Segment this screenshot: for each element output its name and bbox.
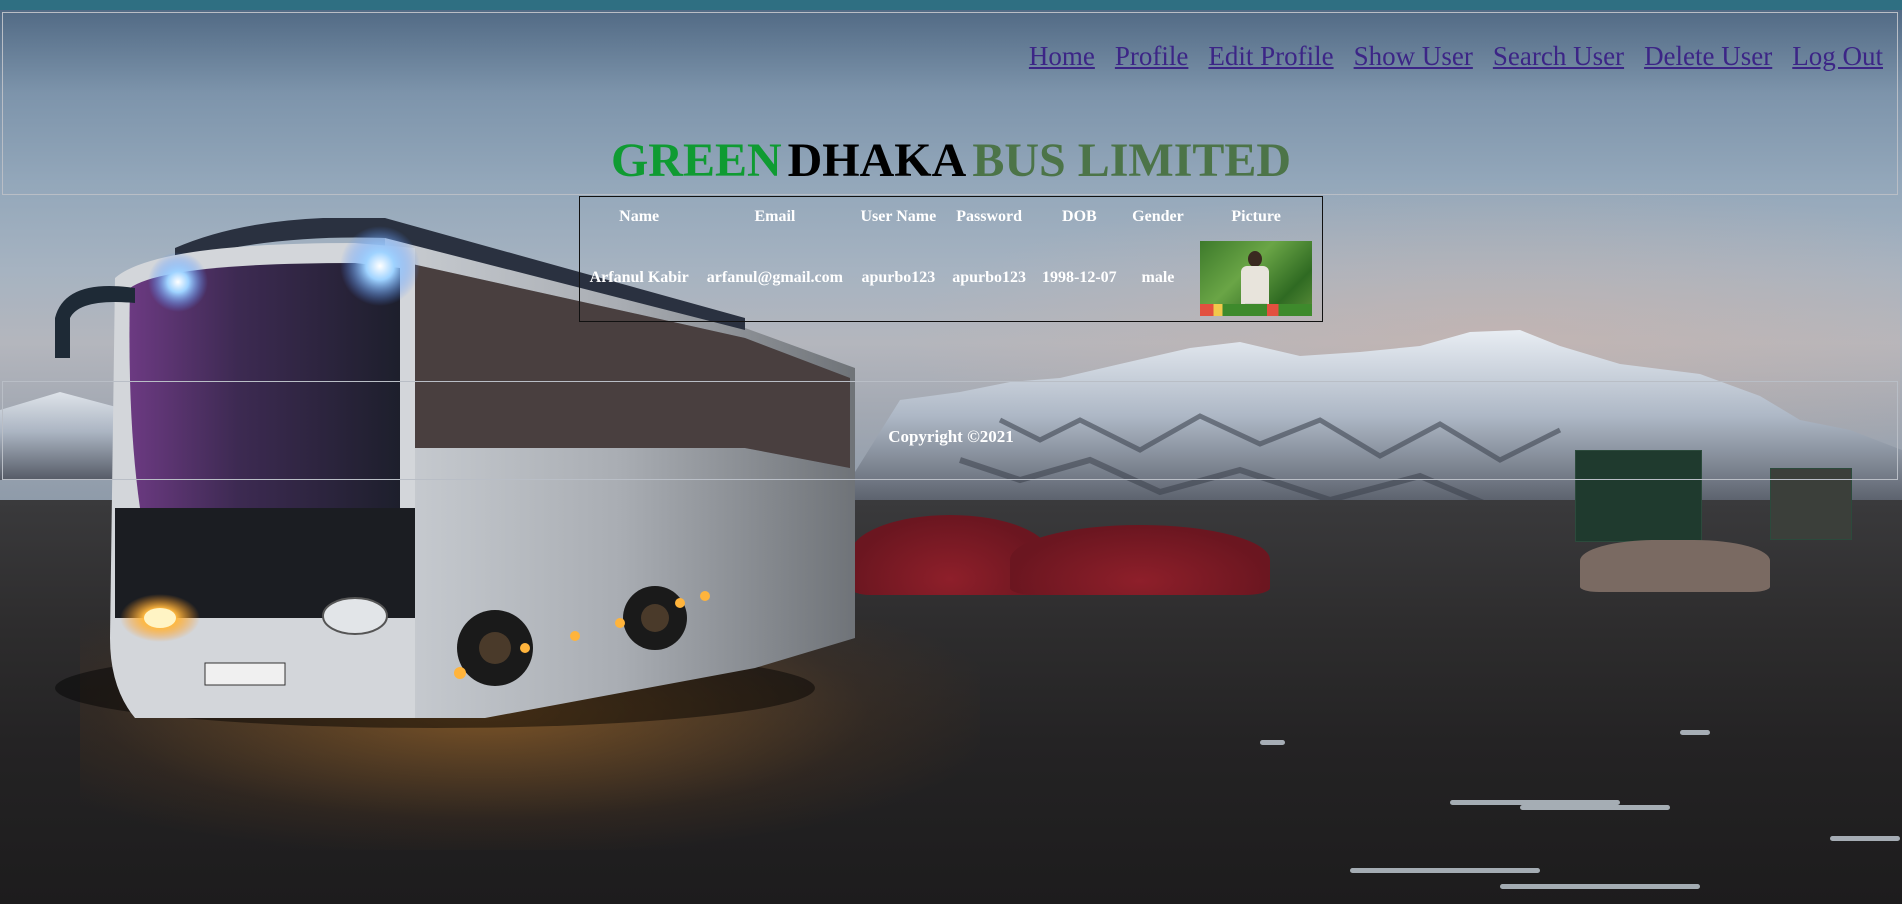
cell-dob: 1998-12-07: [1042, 269, 1117, 286]
snow-patch: [1500, 884, 1700, 889]
cell-email: arfanul@gmail.com: [706, 269, 843, 286]
cell-username: apurbo123: [861, 269, 936, 286]
nav-show-user-link[interactable]: Show User: [1354, 41, 1473, 72]
nav-edit-profile-link[interactable]: Edit Profile: [1208, 41, 1333, 72]
column-header-password: Password: [956, 208, 1023, 225]
column-header-picture: Picture: [1231, 208, 1281, 225]
site-title-dhaka: DHAKA: [787, 134, 967, 187]
snow-patch: [1830, 836, 1900, 841]
snow-patch: [1680, 730, 1710, 735]
cell-picture: [1192, 237, 1320, 319]
column-header-dob: DOB: [1062, 208, 1097, 225]
column-header-name: Name: [619, 208, 660, 225]
cell-gender: male: [1141, 269, 1175, 286]
column-header-username: User Name: [860, 208, 937, 225]
avatar-flowers: [1200, 303, 1313, 316]
footer: Copyright ©2021: [2, 381, 1898, 480]
cell-password: apurbo123: [952, 269, 1027, 286]
header: Home Profile Edit Profile Show User Sear…: [2, 12, 1898, 195]
snow-patch: [1260, 740, 1285, 745]
main-nav: Home Profile Edit Profile Show User Sear…: [1029, 41, 1883, 72]
copyright-text: Copyright ©2021: [888, 427, 1014, 446]
site-title: GREEN DHAKA BUS LIMITED: [3, 133, 1899, 188]
avatar-body: [1241, 265, 1270, 306]
nav-home-link[interactable]: Home: [1029, 41, 1095, 72]
cell-name: Arfanul Kabir: [589, 269, 689, 286]
table-header-row: Name Email User Name Password DOB Gender…: [582, 199, 1320, 235]
column-header-gender: Gender: [1132, 208, 1184, 225]
avatar-head: [1248, 250, 1263, 267]
snow-patch: [1520, 805, 1670, 810]
user-table: Name Email User Name Password DOB Gender…: [579, 196, 1323, 322]
snow-patch: [1350, 868, 1540, 873]
nav-logout-link[interactable]: Log Out: [1792, 41, 1883, 72]
column-header-email: Email: [754, 208, 796, 225]
site-title-bus-limited: BUS LIMITED: [972, 134, 1292, 187]
nav-delete-user-link[interactable]: Delete User: [1644, 41, 1772, 72]
profile-picture: [1200, 240, 1313, 316]
site-title-green: GREEN: [610, 134, 782, 187]
top-strip: [0, 0, 1902, 10]
wood-pile: [1580, 540, 1770, 592]
nav-search-user-link[interactable]: Search User: [1493, 41, 1624, 72]
red-mound: [1010, 525, 1270, 595]
table-row: Arfanul Kabir arfanul@gmail.com apurbo12…: [582, 237, 1320, 319]
nav-profile-link[interactable]: Profile: [1115, 41, 1189, 72]
